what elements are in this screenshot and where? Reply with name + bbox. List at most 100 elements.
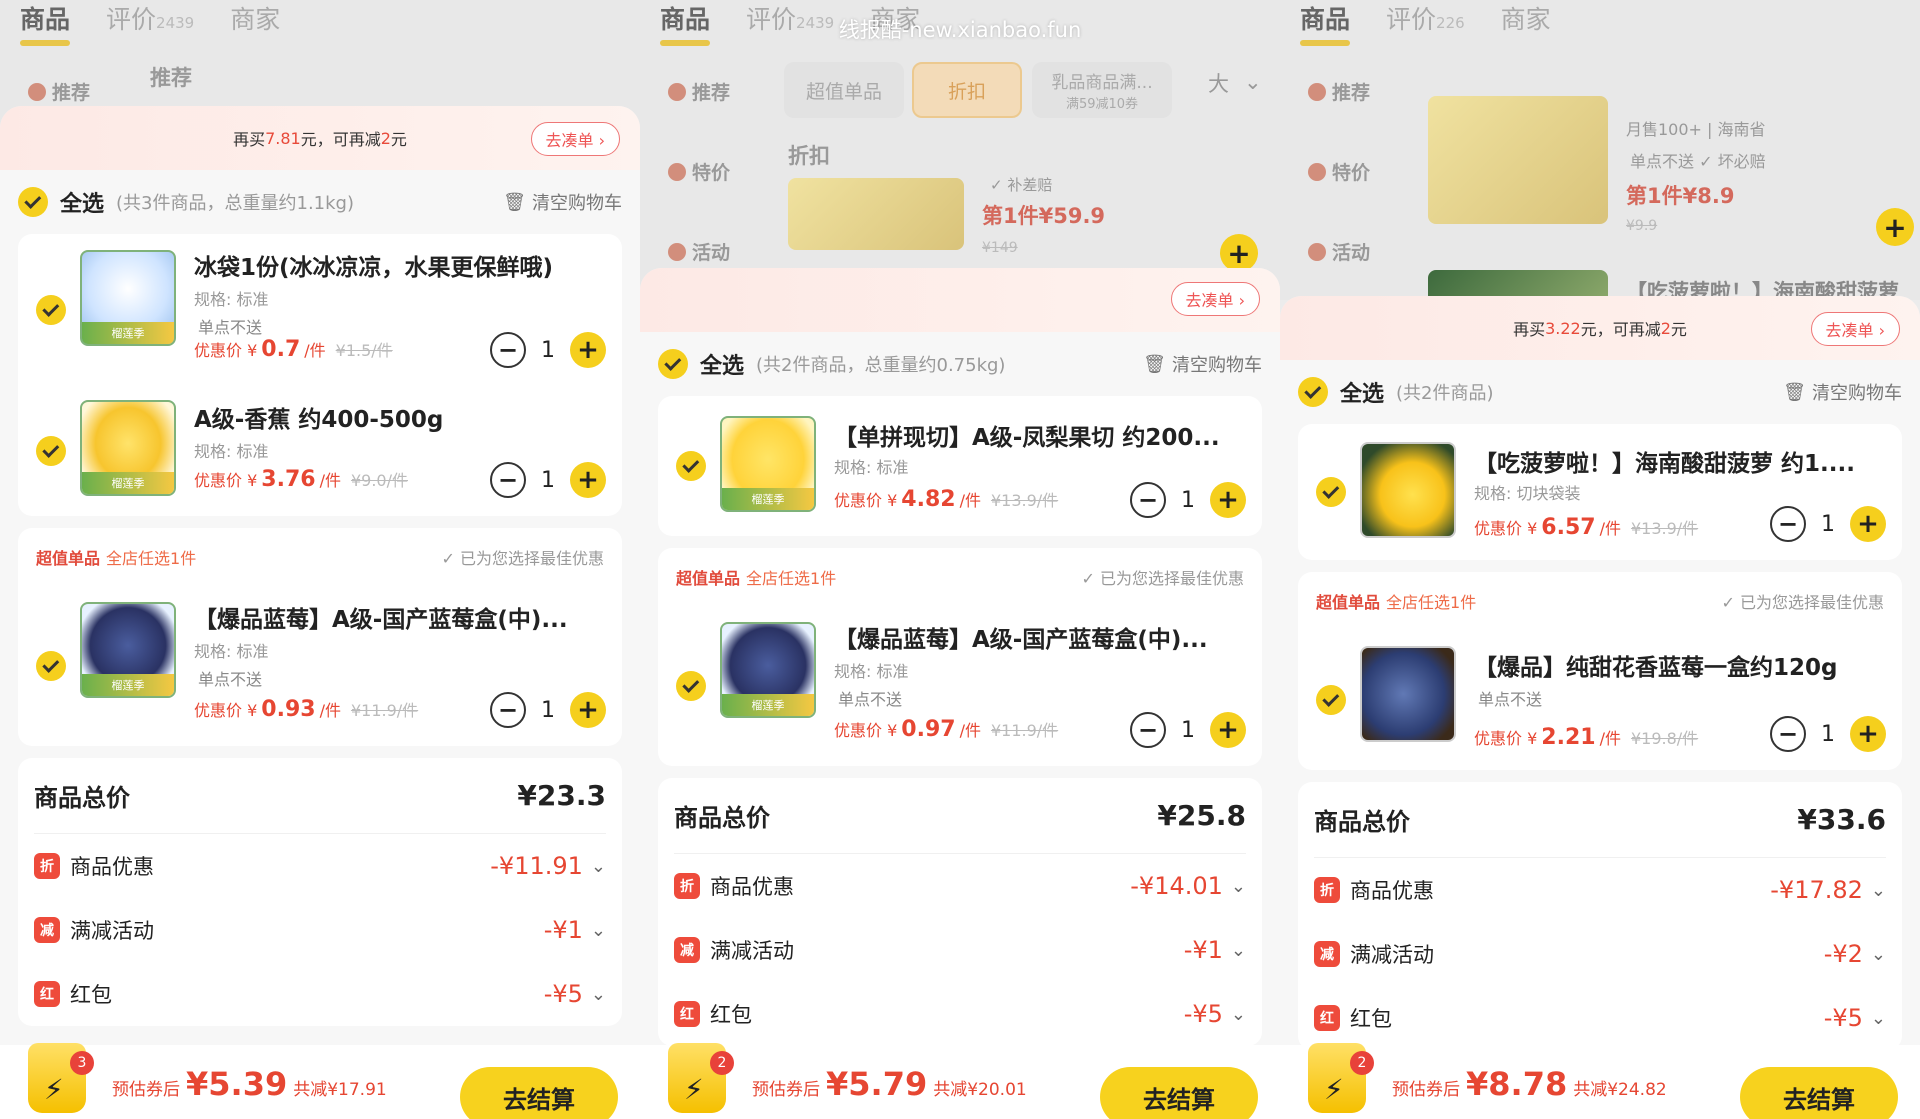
increase-button[interactable]: + [570,332,606,368]
product-image[interactable]: 榴莲季 [80,400,176,496]
side-recommend[interactable]: 推荐 [28,78,90,105]
promo-banner: 再买 3.22 元，可再减 2 元 去凑单 › [1280,296,1920,360]
increase-button[interactable]: + [1850,716,1886,752]
decrease-button[interactable]: − [490,692,526,728]
select-all-label[interactable]: 全选 [700,348,744,380]
category-chip[interactable]: 超值单品 [784,62,904,118]
add-to-cart-button[interactable]: + [1876,208,1914,246]
item-checkbox[interactable] [676,451,706,481]
product-spec: 规格: 标准 [194,290,269,309]
item-checkbox[interactable] [36,295,66,325]
checkout-button[interactable]: 去结算 [1740,1067,1898,1119]
decrease-button[interactable]: − [1130,712,1166,748]
select-all-label[interactable]: 全选 [1340,376,1384,408]
cart-bag-icon[interactable]: 2 ⚡ [668,1043,734,1113]
discount-row[interactable]: 折商品优惠 -¥17.82 ⌄ [1314,858,1886,922]
clear-cart-button[interactable]: 🗑 清空购物车 [503,189,622,215]
discount-row[interactable]: 折商品优惠 -¥11.91 ⌄ [34,834,606,898]
banana-image[interactable] [1428,96,1608,224]
full-reduction-row[interactable]: 减满减活动 -¥1 ⌄ [34,898,606,962]
side-recommend[interactable]: 推荐 [668,78,730,105]
decrease-button[interactable]: − [1770,506,1806,542]
gather-button[interactable]: 去凑单 › [1810,312,1900,346]
best-offer-note[interactable]: ✓ 已为您选择最佳优惠 [441,545,604,569]
product-price: 优惠价 ¥6.57/件 ¥13.9/件 [1474,515,1699,540]
side-special[interactable]: 特价 [668,158,730,185]
product-price: 优惠价 ¥0.97/件 ¥11.9/件 [834,717,1059,742]
product-image[interactable] [1360,442,1456,538]
discount-row[interactable]: 折商品优惠 -¥14.01 ⌄ [674,854,1246,918]
product-image[interactable]: 榴莲季 [720,622,816,718]
increase-button[interactable]: + [570,692,606,728]
product-name[interactable]: 【吃菠萝啦！】海南酸甜菠萝 约1.... [1474,444,1884,478]
increase-button[interactable]: + [570,462,606,498]
side-special[interactable]: 特价 [1308,158,1370,185]
durian-image[interactable] [788,178,964,250]
best-offer-note[interactable]: ✓ 已为您选择最佳优惠 [1081,565,1244,589]
chevron-down-icon: ⌄ [590,919,606,941]
red-packet-row[interactable]: 红红包 -¥5 ⌄ [34,962,606,1026]
decrease-button[interactable]: − [490,462,526,498]
side-recommend[interactable]: 推荐 [1308,78,1370,105]
product-spec: 规格: 切块袋装 [1474,484,1581,503]
checkout-bar: 3 ⚡ 预估券后 ¥5.39 共减¥17.91 去结算 [0,1043,640,1119]
product-image[interactable]: 榴莲季 [80,250,176,346]
gather-button[interactable]: 去凑单 › [1170,282,1260,316]
cart-group: 榴莲季 冰袋1份(冰冰凉凉，水果更保鲜哦) 规格: 标准 单点不送 优惠价 ¥0… [18,234,622,516]
cart-bag-icon[interactable]: 3 ⚡ [28,1043,94,1113]
select-all-checkbox[interactable] [1298,377,1328,407]
item-checkbox[interactable] [36,436,66,466]
cart-bag-icon[interactable]: 2 ⚡ [1308,1043,1374,1113]
product-image[interactable]: 榴莲季 [720,416,816,512]
select-all-checkbox[interactable] [658,349,688,379]
increase-button[interactable]: + [1850,506,1886,542]
full-reduction-row[interactable]: 减满减活动 -¥1 ⌄ [674,918,1246,982]
increase-button[interactable]: + [1210,482,1246,518]
deal-group: 超值单品 全店任选1件 ✓ 已为您选择最佳优惠 【爆品】纯甜花香蓝莓一盒约120g … [1298,572,1902,770]
red-packet-row[interactable]: 红红包 -¥5 ⌄ [674,982,1246,1046]
category-chip[interactable]: 大 [1208,68,1229,98]
deal-group-header: 超值单品 全店任选1件 ✓ 已为您选择最佳优惠 [658,548,1262,606]
clear-cart-button[interactable]: 🗑 清空购物车 [1783,379,1902,405]
estimated-price: 预估券后 ¥5.79 共减¥20.01 [752,1065,1027,1103]
quantity-stepper: −1 + [1770,716,1886,752]
clear-cart-button[interactable]: 🗑 清空购物车 [1143,351,1262,377]
product-name[interactable]: 【单拼现切】A级-凤梨果切 约200... [834,418,1244,452]
item-checkbox[interactable] [676,671,706,701]
red-packet-icon: 红 [674,1001,700,1027]
full-reduction-row[interactable]: 减满减活动 -¥2 ⌄ [1314,922,1886,986]
store-background: 商品 评价226 商家 推荐 特价 活动 月售100+ | 海南省 单点不送 ✓… [1280,0,1920,310]
best-offer-note[interactable]: ✓ 已为您选择最佳优惠 [1721,589,1884,613]
category-chip-active[interactable]: 折扣 [912,62,1022,118]
decrease-button[interactable]: − [1130,482,1166,518]
promo-banner: 再买 7.81 元，可再减 2 元 去凑单 › [0,106,640,170]
product-name[interactable]: 冰袋1份(冰冰凉凉，水果更保鲜哦) [194,248,604,282]
product-name[interactable]: 【爆品蓝莓】A级-国产蓝莓盒(中)... [834,620,1244,654]
item-checkbox[interactable] [36,651,66,681]
product-image[interactable] [1360,646,1456,742]
checkout-bar: 2 ⚡ 预估券后 ¥8.78 共减¥24.82 去结算 [1280,1043,1920,1119]
decrease-button[interactable]: − [490,332,526,368]
checkout-button[interactable]: 去结算 [1100,1067,1258,1119]
side-activity[interactable]: 活动 [668,238,730,265]
product-name[interactable]: 【爆品】纯甜花香蓝莓一盒约120g [1474,648,1884,682]
cart-sheet: 再买 7.81 元，可再减 2 元 去凑单 › 全选 (共3件商品，总重量约1.1kg)… [0,106,640,1119]
category-chip[interactable]: 乳品商品满... 满59减10券 [1032,62,1172,118]
select-all-checkbox[interactable] [18,187,48,217]
product-image[interactable]: 榴莲季 [80,602,176,698]
side-activity[interactable]: 活动 [1308,238,1370,265]
gather-button[interactable]: 去凑单 › [530,122,620,156]
product-name[interactable]: 【爆品蓝莓】A级-国产蓝莓盒(中)... [194,600,604,634]
decrease-button[interactable]: − [1770,716,1806,752]
item-checkbox[interactable] [1316,477,1346,507]
checkout-button[interactable]: 去结算 [460,1067,618,1119]
select-all-label[interactable]: 全选 [60,186,104,218]
chevron-down-icon: ⌄ [1230,875,1246,897]
red-packet-row[interactable]: 红红包 -¥5 ⌄ [1314,986,1886,1050]
add-to-cart-button[interactable]: + [1220,234,1258,272]
increase-button[interactable]: + [1210,712,1246,748]
cart-summary-hint: (共3件商品，总重量约1.1kg) [116,193,354,214]
chevron-down-icon[interactable]: ⌄ [1244,70,1262,94]
product-name[interactable]: A级-香蕉 约400-500g [194,400,604,434]
item-checkbox[interactable] [1316,685,1346,715]
